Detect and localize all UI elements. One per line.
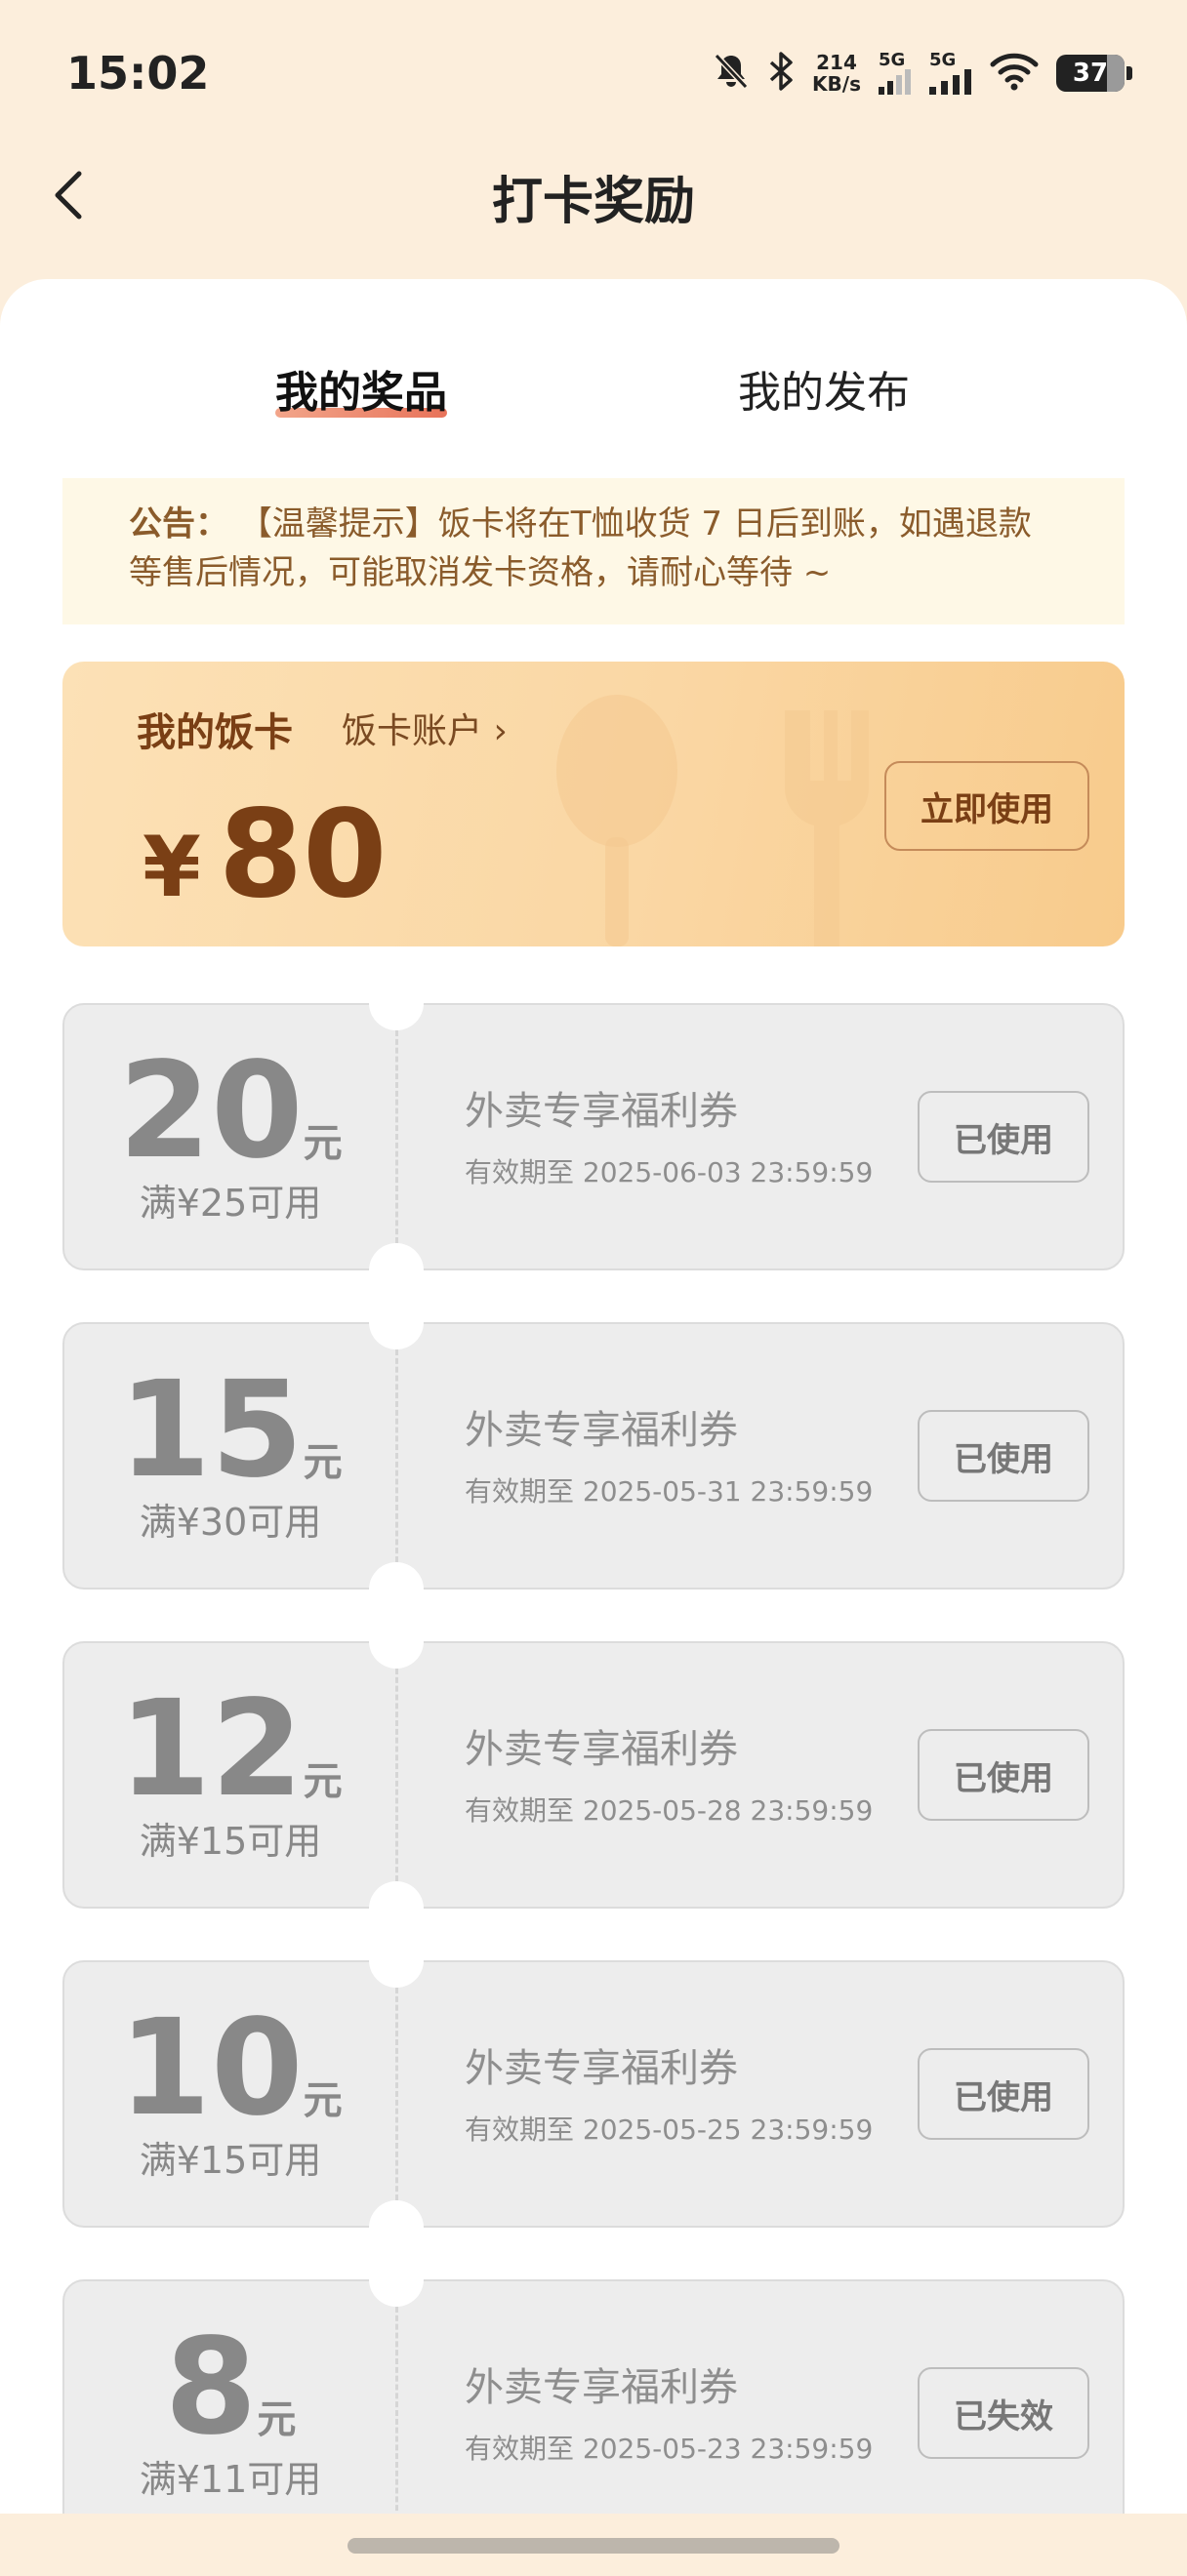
coupon-status-button[interactable]: 已使用 bbox=[918, 2048, 1089, 2140]
coupon-status-button[interactable]: 已使用 bbox=[918, 1410, 1089, 1502]
coupon-card: 10元 满¥15可用 外卖专享福利券 有效期至 2025-05-25 23:59… bbox=[62, 1933, 1125, 2255]
coupon-expiry: 有效期至 2025-05-23 23:59:59 bbox=[465, 2433, 874, 2465]
coupon-unit: 元 bbox=[257, 2397, 297, 2442]
coupon-title: 外卖专享福利券 bbox=[465, 2046, 738, 2091]
coupon-condition: 满¥15可用 bbox=[139, 1820, 322, 1863]
meal-card-balance: ¥ 80 bbox=[143, 785, 387, 925]
coupon-amount: 20 bbox=[118, 1034, 304, 1188]
coupon-condition: 满¥25可用 bbox=[139, 1182, 322, 1225]
home-indicator[interactable] bbox=[348, 2538, 839, 2554]
coupon-status-button[interactable]: 已使用 bbox=[918, 1091, 1089, 1183]
coupon-amount-block: 10元 满¥15可用 bbox=[64, 2002, 396, 2183]
balance-value: 80 bbox=[218, 785, 388, 925]
page-title: 打卡奖励 bbox=[491, 173, 695, 231]
coupon-card: 12元 满¥15可用 外卖专享福利券 有效期至 2025-05-28 23:59… bbox=[62, 1614, 1125, 1936]
coupon-card: 15元 满¥30可用 外卖专享福利券 有效期至 2025-05-31 23:59… bbox=[62, 1295, 1125, 1617]
coupon-condition: 满¥15可用 bbox=[139, 2139, 322, 2182]
tab-my-prizes[interactable]: 我的奖品 bbox=[275, 357, 447, 420]
meal-card-account-link[interactable]: 饭卡账户 › bbox=[342, 703, 508, 753]
coupon-unit: 元 bbox=[303, 1121, 343, 1166]
wifi-icon bbox=[990, 52, 1039, 95]
battery-level: 37 bbox=[1072, 59, 1109, 88]
tab-my-posts[interactable]: 我的发布 bbox=[738, 357, 910, 420]
coupon-title: 外卖专享福利券 bbox=[465, 1089, 738, 1134]
coupon-amount: 15 bbox=[118, 1353, 304, 1508]
sim1-signal: 5G bbox=[879, 52, 912, 95]
coupon-unit: 元 bbox=[303, 1759, 343, 1804]
coupon-expiry: 有效期至 2025-05-28 23:59:59 bbox=[465, 1794, 874, 1827]
battery-indicator: 37 bbox=[1056, 55, 1132, 92]
network-speed-unit: KB/s bbox=[812, 72, 861, 96]
announcement-banner: 公告： 【温馨提示】饭卡将在T恤收货 7 日后到账，如遇退款等售后情况，可能取消… bbox=[62, 478, 1125, 624]
coupon-status-button[interactable]: 已使用 bbox=[918, 1729, 1089, 1821]
coupon-unit: 元 bbox=[303, 2078, 343, 2123]
meal-card-panel: 我的饭卡 饭卡账户 › ¥ 80 立即使用 bbox=[62, 662, 1125, 946]
announcement-text: 【温馨提示】饭卡将在T恤收货 7 日后到账，如遇退款等售后情况，可能取消发卡资格… bbox=[129, 504, 1032, 592]
use-now-button[interactable]: 立即使用 bbox=[884, 761, 1089, 851]
signal-bars-icon bbox=[879, 69, 911, 95]
status-time: 15:02 bbox=[66, 47, 210, 100]
coupon-status-button[interactable]: 已失效 bbox=[918, 2367, 1089, 2459]
coupon-card: 8元 满¥11可用 外卖专享福利券 有效期至 2025-05-23 23:59:… bbox=[62, 2252, 1125, 2514]
coupon-amount-block: 20元 满¥25可用 bbox=[64, 1045, 396, 1226]
coupon-condition: 满¥11可用 bbox=[139, 2458, 322, 2501]
bluetooth-icon bbox=[767, 51, 795, 96]
content-card: 我的奖品 我的发布 公告： 【温馨提示】饭卡将在T恤收货 7 日后到账，如遇退款… bbox=[0, 279, 1187, 2514]
spoon-fork-icon bbox=[556, 695, 869, 946]
coupon-unit: 元 bbox=[303, 1440, 343, 1485]
coupon-amount: 8 bbox=[164, 2311, 258, 2465]
sim2-signal: 5G bbox=[929, 52, 972, 95]
coupon-expiry: 有效期至 2025-05-25 23:59:59 bbox=[465, 2113, 874, 2146]
coupon-amount-block: 8元 满¥11可用 bbox=[64, 2321, 396, 2502]
tab-bar: 我的奖品 我的发布 bbox=[0, 357, 1187, 445]
coupon-expiry: 有效期至 2025-06-03 23:59:59 bbox=[465, 1156, 874, 1188]
sim1-label: 5G bbox=[879, 50, 906, 70]
coupon-amount: 12 bbox=[118, 1672, 304, 1827]
network-speed: 214 KB/s bbox=[812, 52, 861, 95]
coupon-amount-block: 15元 满¥30可用 bbox=[64, 1364, 396, 1545]
network-speed-value: 214 bbox=[816, 51, 857, 74]
announcement-prefix: 公告： bbox=[129, 504, 228, 543]
status-bar: 15:02 214 KB/s 5G 5G 37 bbox=[0, 0, 1187, 146]
meal-card-title: 我的饭卡 bbox=[137, 710, 293, 755]
coupon-amount-block: 12元 满¥15可用 bbox=[64, 1683, 396, 1864]
currency-symbol: ¥ bbox=[143, 819, 201, 916]
coupon-amount: 10 bbox=[118, 1992, 304, 2146]
coupon-title: 外卖专享福利券 bbox=[465, 1408, 738, 1453]
signal-bars-icon bbox=[929, 69, 971, 95]
status-icons: 214 KB/s 5G 5G 37 bbox=[713, 49, 1132, 98]
tab-label: 我的奖品 bbox=[275, 368, 447, 418]
coupon-expiry: 有效期至 2025-05-31 23:59:59 bbox=[465, 1475, 874, 1508]
bell-off-icon bbox=[713, 52, 750, 95]
coupon-card: 20元 满¥25可用 外卖专享福利券 有效期至 2025-06-03 23:59… bbox=[62, 976, 1125, 1298]
coupon-condition: 满¥30可用 bbox=[139, 1501, 322, 1544]
tab-label: 我的发布 bbox=[738, 368, 910, 418]
coupon-title: 外卖专享福利券 bbox=[465, 1727, 738, 1772]
coupon-title: 外卖专享福利券 bbox=[465, 2365, 738, 2410]
sim2-label: 5G bbox=[929, 50, 957, 70]
